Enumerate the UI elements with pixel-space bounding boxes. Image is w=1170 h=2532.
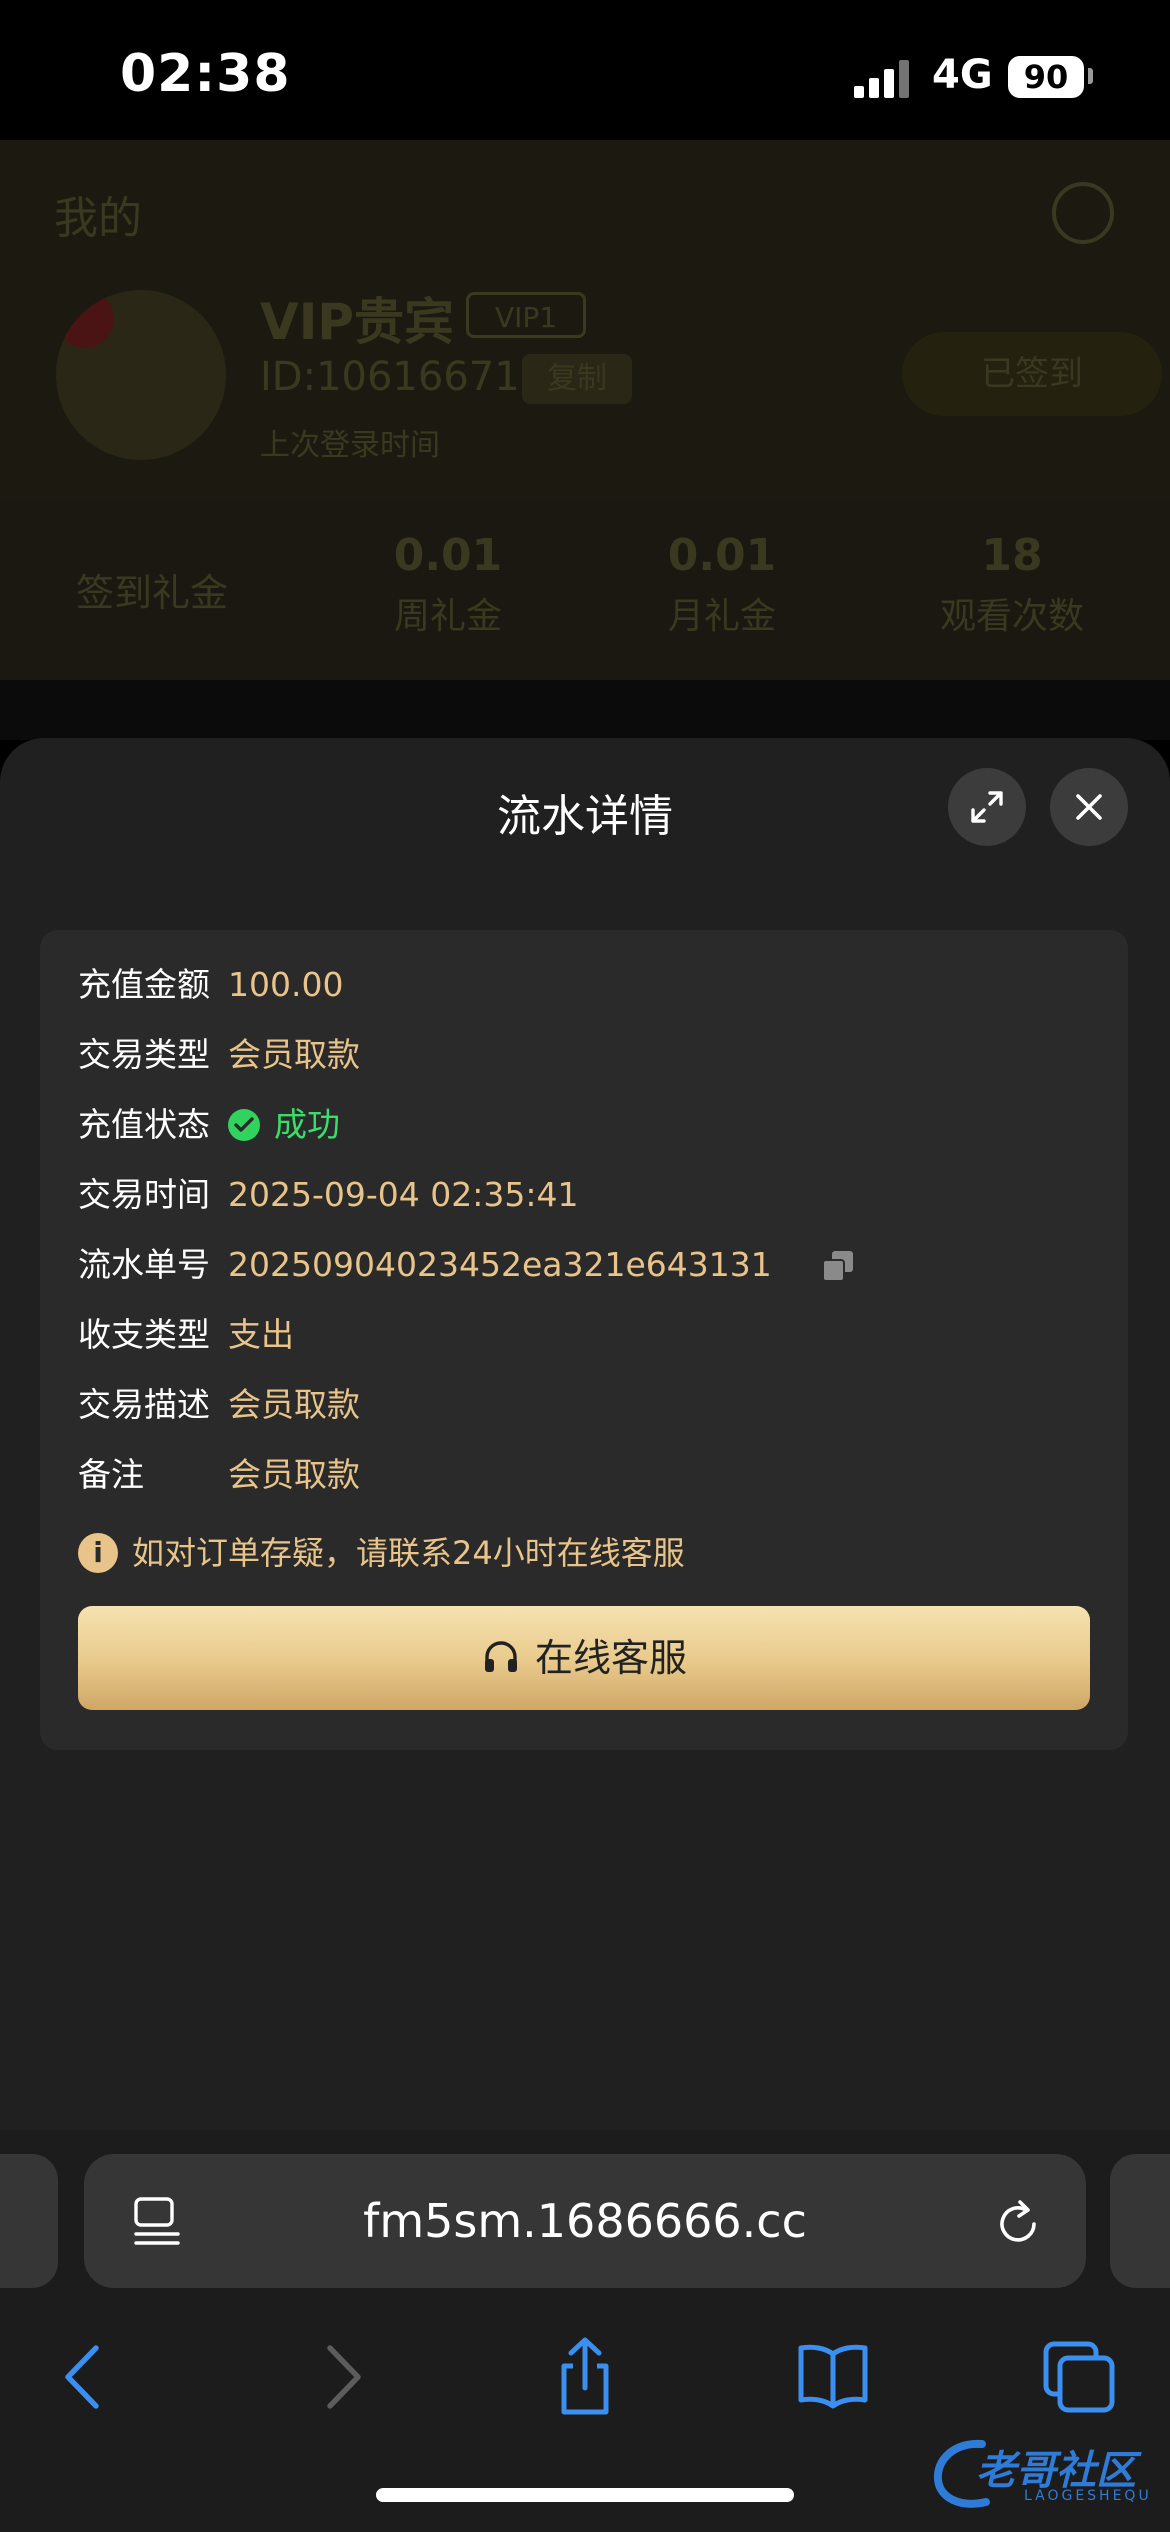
signin-bonus-label: 签到礼金 <box>76 571 229 615</box>
vip-badge: VIP1 <box>466 292 586 338</box>
support-button-label: 在线客服 <box>534 1636 687 1680</box>
detail-row-status: 充值状态 成功 <box>78 1100 478 1150</box>
stat-value: 18 <box>981 530 1043 581</box>
gear-icon <box>1052 182 1114 244</box>
stat-label: 周礼金 <box>393 596 502 637</box>
bookmarks-icon[interactable] <box>788 2332 878 2422</box>
online-support-button[interactable]: 在线客服 <box>78 1606 1090 1710</box>
detail-card: 充值金额 100.00 交易类型 会员取款 充值状态 成功 交易时间 2025-… <box>40 930 1128 1750</box>
network-type: 4G <box>932 52 993 98</box>
copy-icon[interactable] <box>820 1248 856 1284</box>
page-title: 我的 <box>54 193 142 244</box>
watermark-logo: 老哥社区 LAOGESHEQU <box>930 2436 1162 2512</box>
modal-backdrop[interactable] <box>0 680 1170 740</box>
detail-row-serial: 流水单号 20250904023452ea321e643131 <box>78 1240 978 1290</box>
headset-icon <box>484 1640 517 1672</box>
detail-label: 备注 <box>78 1455 144 1494</box>
detail-label: 充值状态 <box>78 1105 210 1144</box>
transaction-detail-sheet: 流水详情 充值金额 100.00 交易类型 会员取款 充值状态 成功 交易时间 … <box>0 738 1170 2130</box>
reload-icon[interactable] <box>990 2194 1046 2250</box>
stat-value: 0.01 <box>667 530 777 581</box>
detail-value: 会员取款 <box>228 1385 360 1424</box>
stat-monthly: 0.01 月礼金 <box>612 530 832 639</box>
cellular-signal-icon <box>854 58 914 98</box>
detail-label: 交易类型 <box>78 1035 210 1074</box>
stat-value: 0.01 <box>393 530 503 581</box>
expand-button[interactable] <box>948 768 1026 846</box>
detail-label: 流水单号 <box>78 1245 210 1284</box>
detail-value: 会员取款 <box>228 1455 360 1494</box>
battery-nub <box>1088 68 1093 84</box>
detail-value: 20250904023452ea321e643131 <box>228 1245 772 1284</box>
home-indicator[interactable] <box>376 2488 794 2502</box>
close-icon <box>1076 794 1102 820</box>
tabs-icon[interactable] <box>1034 2332 1124 2422</box>
copy-id-button: 复制 <box>522 354 632 404</box>
url-text: fm5sm.1686666.cc <box>363 2194 807 2248</box>
background-profile-page: 我的 VIP贵宾 VIP1 ID:10616671 复制 上次登录时间 已签到 … <box>0 140 1170 680</box>
check-circle-icon <box>228 1109 260 1141</box>
previous-tab-preview[interactable] <box>0 2154 58 2288</box>
info-icon: i <box>78 1533 118 1573</box>
status-bar: 02:38 4G 90 <box>0 0 1170 140</box>
detail-label: 交易时间 <box>78 1175 210 1214</box>
expand-icon <box>971 791 1003 823</box>
detail-label: 交易描述 <box>78 1385 210 1424</box>
stat-label: 月礼金 <box>667 596 776 637</box>
close-button[interactable] <box>1050 768 1128 846</box>
detail-value: 支出 <box>228 1315 294 1354</box>
back-icon[interactable] <box>42 2332 132 2422</box>
stat-label: 观看次数 <box>939 596 1084 637</box>
detail-label: 充值金额 <box>78 965 210 1004</box>
forward-icon[interactable] <box>294 2332 384 2422</box>
detail-value: 会员取款 <box>228 1035 360 1074</box>
detail-label: 收支类型 <box>78 1315 210 1354</box>
user-id: ID:10616671 <box>260 354 520 400</box>
watermark-subtext: LAOGESHEQU <box>1024 2488 1152 2504</box>
stat-views: 18 观看次数 <box>902 530 1122 639</box>
browser-address-area: fm5sm.1686666.cc <box>0 2130 1170 2310</box>
avatar-badge-icon <box>56 290 114 348</box>
user-name: VIP贵宾 <box>260 293 454 351</box>
signed-in-button: 已签到 <box>902 332 1162 416</box>
share-icon[interactable] <box>540 2332 630 2422</box>
stat-weekly: 0.01 周礼金 <box>338 530 558 639</box>
status-success-text: 成功 <box>274 1105 340 1144</box>
detail-value: 100.00 <box>228 965 344 1004</box>
stats-panel: 签到礼金 0.01 周礼金 0.01 月礼金 18 观看次数 <box>0 500 1170 680</box>
address-bar[interactable]: fm5sm.1686666.cc <box>84 2154 1086 2288</box>
clock: 02:38 <box>120 44 291 104</box>
avatar <box>56 290 226 460</box>
notice-text: 如对订单存疑，请联系24小时在线客服 <box>132 1534 685 1572</box>
next-tab-preview[interactable] <box>1110 2154 1170 2288</box>
last-login: 上次登录时间 <box>260 428 440 463</box>
detail-value: 2025-09-04 02:35:41 <box>228 1175 579 1214</box>
battery-icon: 90 <box>1008 56 1084 98</box>
